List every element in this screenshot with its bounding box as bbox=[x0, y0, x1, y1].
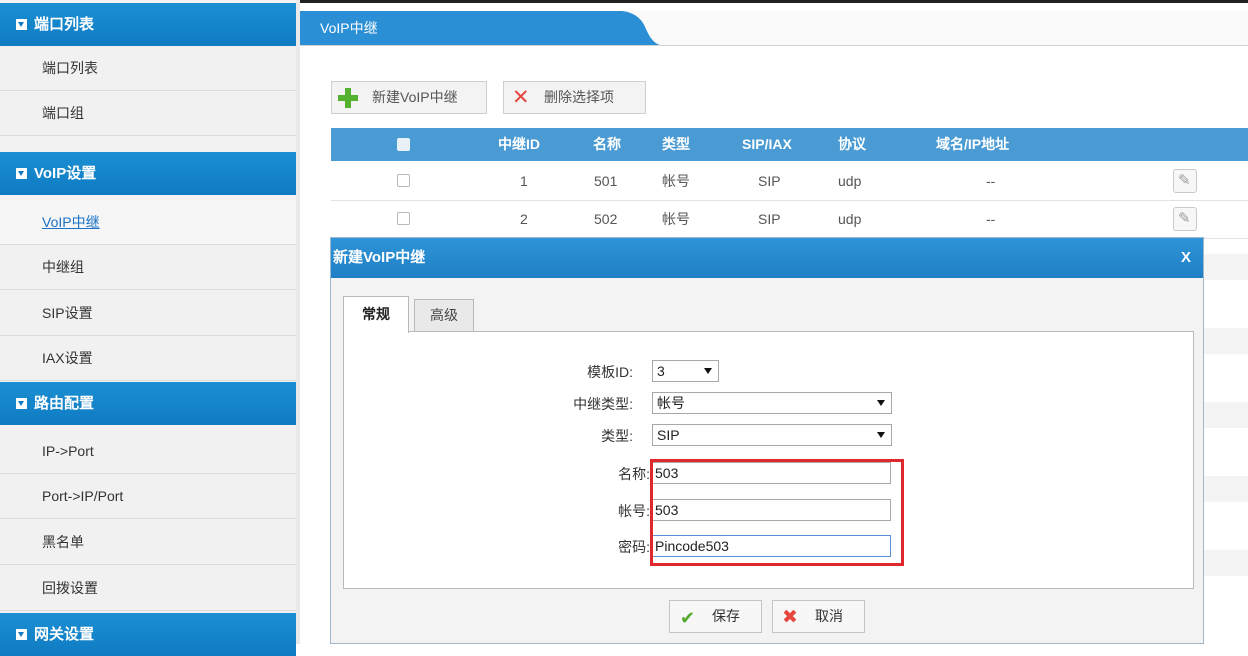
dropdown-arrow-icon bbox=[704, 368, 712, 374]
select-all-checkbox[interactable] bbox=[397, 138, 410, 151]
cell-protocol: udp bbox=[838, 173, 862, 189]
template-id-select[interactable]: 3 bbox=[652, 360, 719, 382]
sidebar-item-iax-settings[interactable]: IAX设置 bbox=[0, 336, 296, 381]
sidebar-section-routing[interactable]: 路由配置 bbox=[0, 382, 296, 425]
table-row-stripe bbox=[1204, 550, 1248, 576]
sidebar-section-voip-settings[interactable]: VoIP设置 bbox=[0, 152, 296, 195]
sidebar-item-trunk-group[interactable]: 中继组 bbox=[0, 245, 296, 290]
col-protocol: 协议 bbox=[838, 136, 866, 152]
password-label: 密码: bbox=[618, 539, 650, 555]
col-type: 类型 bbox=[662, 136, 690, 152]
cell-sip-iax: SIP bbox=[758, 173, 781, 189]
name-label: 名称: bbox=[618, 466, 650, 482]
new-voip-trunk-dialog: 新建VoIP中继 X 常规 高级 模板ID: 3 中继类型: 帐号 类型: SI… bbox=[330, 237, 1204, 644]
table-row-stripe bbox=[1204, 476, 1248, 502]
collapse-icon bbox=[16, 629, 27, 640]
table-row-stripe bbox=[1204, 328, 1248, 354]
trunk-type-label: 中继类型: bbox=[573, 396, 633, 412]
tab-label: VoIP中继 bbox=[320, 20, 378, 36]
sidebar: 端口列表 端口列表 端口组 VoIP设置 VoIP中继 中继组 SIP设置 IA… bbox=[0, 0, 300, 656]
type-label: 类型: bbox=[601, 428, 633, 444]
tab-voip-trunk[interactable]: VoIP中继 bbox=[300, 11, 660, 45]
cell-address: -- bbox=[986, 211, 996, 227]
dropdown-arrow-icon bbox=[877, 400, 885, 406]
sidebar-item-blacklist[interactable]: 黑名单 bbox=[0, 520, 296, 565]
col-name: 名称 bbox=[593, 136, 621, 152]
row-checkbox[interactable] bbox=[397, 212, 410, 225]
delete-selected-button[interactable]: ✕ 删除选择项 bbox=[503, 81, 646, 114]
tab-general[interactable]: 常规 bbox=[343, 296, 409, 333]
cancel-icon: ✖ bbox=[782, 607, 798, 628]
cell-id: 1 bbox=[520, 173, 528, 189]
cell-sip-iax: SIP bbox=[758, 211, 781, 227]
close-icon[interactable]: X bbox=[1181, 238, 1191, 278]
sidebar-item-port-group[interactable]: 端口组 bbox=[0, 91, 296, 136]
delete-icon: ✕ bbox=[512, 86, 530, 109]
collapse-icon bbox=[16, 398, 27, 409]
cell-address: -- bbox=[986, 173, 996, 189]
cell-id: 2 bbox=[520, 211, 528, 227]
table-row[interactable]: 1 501 帐号 SIP udp -- bbox=[331, 163, 1248, 201]
template-id-label: 模板ID: bbox=[587, 364, 633, 380]
type-select[interactable]: SIP bbox=[652, 424, 892, 446]
col-sip-iax: SIP/IAX bbox=[742, 136, 792, 152]
collapse-icon bbox=[16, 19, 27, 30]
edit-icon[interactable] bbox=[1173, 207, 1197, 231]
plus-icon bbox=[338, 88, 358, 108]
new-voip-trunk-button[interactable]: 新建VoIP中继 bbox=[331, 81, 487, 114]
collapse-icon bbox=[16, 168, 27, 179]
col-trunk-id: 中继ID bbox=[498, 136, 540, 152]
sidebar-item-voip-trunk[interactable]: VoIP中继 bbox=[0, 200, 296, 245]
account-label: 帐号: bbox=[618, 503, 650, 519]
page-tab-bar: VoIP中继 bbox=[300, 11, 1248, 46]
dialog-title: 新建VoIP中继 bbox=[333, 249, 426, 266]
table-header: 中继ID 名称 类型 SIP/IAX 协议 域名/IP地址 bbox=[331, 128, 1248, 161]
sidebar-item-sip-settings[interactable]: SIP设置 bbox=[0, 291, 296, 336]
row-checkbox[interactable] bbox=[397, 174, 410, 187]
col-address: 域名/IP地址 bbox=[936, 136, 1010, 152]
cell-name: 501 bbox=[594, 173, 618, 189]
save-button[interactable]: ✔ 保存 bbox=[669, 600, 762, 633]
cancel-button[interactable]: ✖ 取消 bbox=[772, 600, 865, 633]
cell-type: 帐号 bbox=[662, 173, 690, 189]
tab-advanced[interactable]: 高级 bbox=[414, 299, 474, 331]
check-icon: ✔ bbox=[680, 608, 696, 628]
table-row-stripe bbox=[1204, 402, 1248, 428]
sidebar-item-port-to-ip[interactable]: Port->IP/Port bbox=[0, 474, 296, 519]
table-row[interactable]: 2 502 帐号 SIP udp -- bbox=[331, 201, 1248, 239]
sidebar-item-callback[interactable]: 回拨设置 bbox=[0, 566, 296, 611]
highlight-box bbox=[650, 459, 904, 566]
cell-type: 帐号 bbox=[662, 211, 690, 227]
trunk-type-select[interactable]: 帐号 bbox=[652, 392, 892, 414]
cell-protocol: udp bbox=[838, 211, 862, 227]
dropdown-arrow-icon bbox=[877, 432, 885, 438]
edit-icon[interactable] bbox=[1173, 169, 1197, 193]
sidebar-section-port-list[interactable]: 端口列表 bbox=[0, 3, 296, 46]
sidebar-item-ip-to-port[interactable]: IP->Port bbox=[0, 429, 296, 474]
table-row-stripe bbox=[1204, 254, 1248, 280]
sidebar-section-gateway[interactable]: 网关设置 bbox=[0, 613, 296, 656]
cell-name: 502 bbox=[594, 211, 618, 227]
dialog-header: 新建VoIP中继 X bbox=[331, 238, 1203, 278]
sidebar-item-port-list[interactable]: 端口列表 bbox=[0, 46, 296, 91]
